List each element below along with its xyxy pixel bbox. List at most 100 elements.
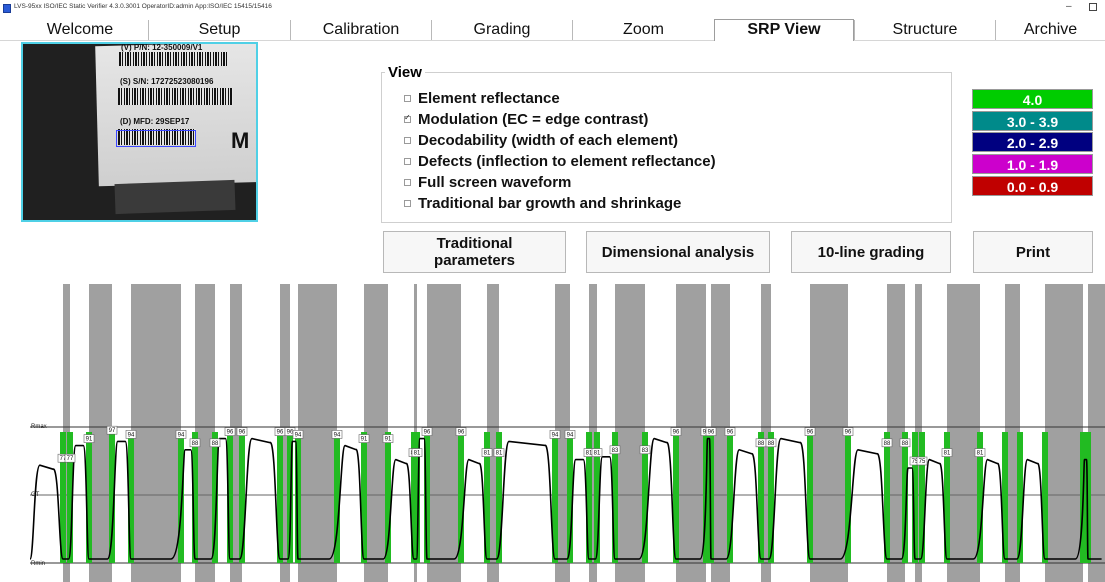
ec-label: 88 (209, 438, 221, 448)
ec-label: 77 (64, 453, 76, 463)
bar-element (810, 284, 848, 582)
minimize-icon[interactable]: – (1066, 1, 1072, 12)
ec-label-text: 94 (178, 432, 185, 438)
bar-element (947, 284, 980, 582)
tab-archive[interactable]: Archive (995, 20, 1105, 40)
space-element (242, 284, 280, 582)
option-full-screen-waveform-label: Full screen waveform (418, 173, 572, 191)
ec-label-text: 81 (414, 451, 421, 457)
print-button[interactable]: Print (973, 231, 1093, 273)
gt-label: GT (31, 492, 40, 498)
ec-label: 96 (670, 427, 682, 436)
bar-element (364, 284, 388, 582)
camera-barcode-1 (119, 52, 229, 66)
grade-2: 2.0 - 2.9 (972, 132, 1093, 153)
ec-label-text: 96 (227, 430, 234, 436)
option-defects-checkbox[interactable] (404, 157, 411, 165)
ec-label-text: 96 (458, 430, 465, 436)
ec-label: 81 (974, 448, 986, 457)
edge-marker (768, 432, 774, 563)
ec-label: 88 (899, 438, 911, 448)
app-icon (3, 4, 11, 13)
ec-label-text: 94 (567, 432, 574, 438)
ec-label-text: 94 (128, 432, 135, 438)
ec-label: 88 (881, 438, 893, 448)
tab-structure[interactable]: Structure (854, 20, 995, 40)
space-element (388, 284, 414, 582)
dimensional-analysis-button[interactable]: Dimensional analysis (586, 231, 770, 273)
ec-label: 81 (411, 448, 423, 457)
space-element (771, 284, 810, 582)
option-decodability-label: Decodability (width of each element) (418, 131, 679, 149)
edge-marker (919, 432, 925, 563)
ec-label-text: 94 (552, 432, 559, 438)
tab-setup[interactable]: Setup (148, 20, 290, 40)
ec-label-text: 88 (758, 441, 765, 447)
tab-welcome[interactable]: Welcome (0, 20, 160, 40)
option-defects-label: Defects (inflection to element reflectan… (418, 152, 716, 170)
ec-label: 88 (189, 438, 201, 448)
option-modulation-checkbox[interactable] (404, 113, 411, 123)
ec-label: 97 (106, 425, 118, 435)
waveform-svg: 7777919794948888969696969494919181819696… (30, 284, 1105, 582)
option-modulation-label: Modulation (EC = edge contrast) (418, 110, 649, 128)
option-full-screen-waveform[interactable]: Full screen waveform (404, 173, 571, 191)
space-element (30, 284, 63, 582)
camera-image: (V) P/N: 12-350009/V1 (S) S/N: 172725230… (21, 42, 258, 222)
ec-label: 96 (236, 427, 248, 436)
edge-marker (458, 432, 464, 563)
camera-text-pn: (V) P/N: 12-350009/V1 (121, 43, 203, 52)
option-bar-growth-label: Traditional bar growth and shrinkage (418, 194, 682, 212)
bar-element (298, 284, 337, 582)
ec-label-text: 81 (496, 451, 503, 457)
traditional-parameters-button[interactable]: Traditional parameters (383, 231, 566, 273)
option-bar-growth-checkbox[interactable] (404, 199, 411, 207)
grade-1: 1.0 - 1.9 (972, 154, 1093, 175)
ec-label: 96 (705, 427, 717, 436)
bar-element (1045, 284, 1083, 582)
ten-line-grading-button[interactable]: 10-line grading (791, 231, 951, 273)
ec-label: 91 (83, 434, 95, 443)
ec-label-text: 91 (385, 437, 392, 443)
window-title: LVS-95xx ISO/IEC Static Verifier 4.3.0.3… (14, 3, 272, 10)
ec-label-text: 88 (212, 441, 219, 447)
ec-label-text: 88 (768, 441, 775, 447)
ec-label-text: 96 (277, 430, 284, 436)
ec-label-text: 94 (334, 432, 341, 438)
option-element-reflectance-checkbox[interactable] (404, 94, 411, 102)
option-modulation[interactable]: Modulation (EC = edge contrast) (404, 110, 648, 128)
option-element-reflectance[interactable]: Element reflectance (404, 89, 560, 107)
camera-text-sn: (S) S/N: 17272523080196 (120, 77, 214, 86)
roi-box (116, 130, 196, 147)
tab-calibration[interactable]: Calibration (290, 20, 431, 40)
option-full-screen-waveform-checkbox[interactable] (404, 178, 411, 186)
space-element (499, 284, 555, 582)
space-element (980, 284, 1005, 582)
ec-label-text: 97 (109, 428, 116, 434)
tab-zoom[interactable]: Zoom (572, 20, 714, 40)
srp-waveform: 7777919794948888969696969494919181819696… (30, 284, 1105, 582)
ec-label-text: 88 (902, 441, 909, 447)
ec-label: 94 (175, 430, 187, 439)
ec-label: 96 (804, 427, 816, 436)
ec-label-text: 81 (977, 451, 984, 457)
ec-label: 94 (292, 430, 304, 439)
grade-0: 0.0 - 0.9 (972, 175, 1093, 196)
camera-text-mfd: (D) MFD: 29SEP17 (120, 117, 190, 126)
option-defects[interactable]: Defects (inflection to element reflectan… (404, 152, 716, 170)
ec-label-text: 75 (919, 459, 926, 465)
restore-icon[interactable] (1089, 3, 1097, 11)
ec-label: 94 (549, 430, 561, 439)
option-decodability[interactable]: Decodability (width of each element) (404, 131, 678, 149)
ec-label-text: 91 (361, 437, 368, 443)
ec-label-text: 81 (484, 451, 491, 457)
option-decodability-checkbox[interactable] (404, 136, 411, 144)
option-bar-growth[interactable]: Traditional bar growth and shrinkage (404, 194, 681, 212)
bar-element (131, 284, 181, 582)
tab-srp-view[interactable]: SRP View (714, 19, 854, 41)
ec-label: 83 (609, 445, 621, 455)
tab-grading[interactable]: Grading (431, 20, 572, 40)
ec-label-text: 81 (944, 451, 951, 457)
tab-strip: Welcome Setup Calibration Grading Zoom S… (0, 18, 1105, 41)
ec-label-text: 96 (845, 430, 852, 436)
